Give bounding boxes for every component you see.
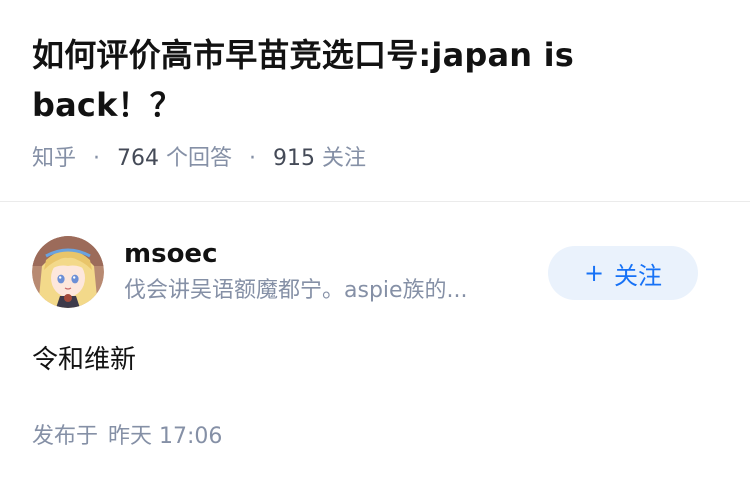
answers-label: 个回答 — [166, 146, 233, 171]
question-source: 知乎 — [32, 146, 77, 171]
divider — [0, 201, 750, 202]
answer-time-label: 发布于 — [32, 424, 99, 449]
meta-separator: · — [249, 146, 257, 171]
answers-count: 764 — [117, 146, 160, 171]
question-meta: 知乎 · 764 个回答 · 915 关注 — [32, 144, 622, 174]
followers-count: 915 — [273, 146, 316, 171]
answer-time: 发布于 昨天 17:06 — [32, 422, 222, 452]
followers-label: 关注 — [322, 146, 367, 171]
meta-separator: · — [93, 146, 101, 171]
follow-button-label: 关注 — [614, 261, 663, 290]
answer-content[interactable]: 令和维新 — [32, 342, 136, 378]
answer-time-value: 昨天 17:06 — [108, 424, 223, 449]
question-header[interactable]: 如何评价高市早苗竞选口号:japan is back！？ 知乎 · 764 个回… — [32, 30, 622, 174]
answer-page: 如何评价高市早苗竞选口号:japan is back！？ 知乎 · 764 个回… — [0, 0, 750, 490]
follow-button[interactable]: + 关注 — [548, 246, 698, 300]
author-name[interactable]: msoec — [124, 236, 217, 272]
question-title[interactable]: 如何评价高市早苗竞选口号:japan is back！？ — [32, 30, 622, 130]
plus-icon: + — [583, 259, 605, 287]
anime-avatar-icon — [32, 236, 104, 308]
author-card: msoec 伐会讲吴语额魔都宁。aspie族的... + 关注 — [32, 236, 718, 308]
author-bio: 伐会讲吴语额魔都宁。aspie族的... — [124, 278, 468, 303]
avatar[interactable] — [32, 236, 104, 308]
